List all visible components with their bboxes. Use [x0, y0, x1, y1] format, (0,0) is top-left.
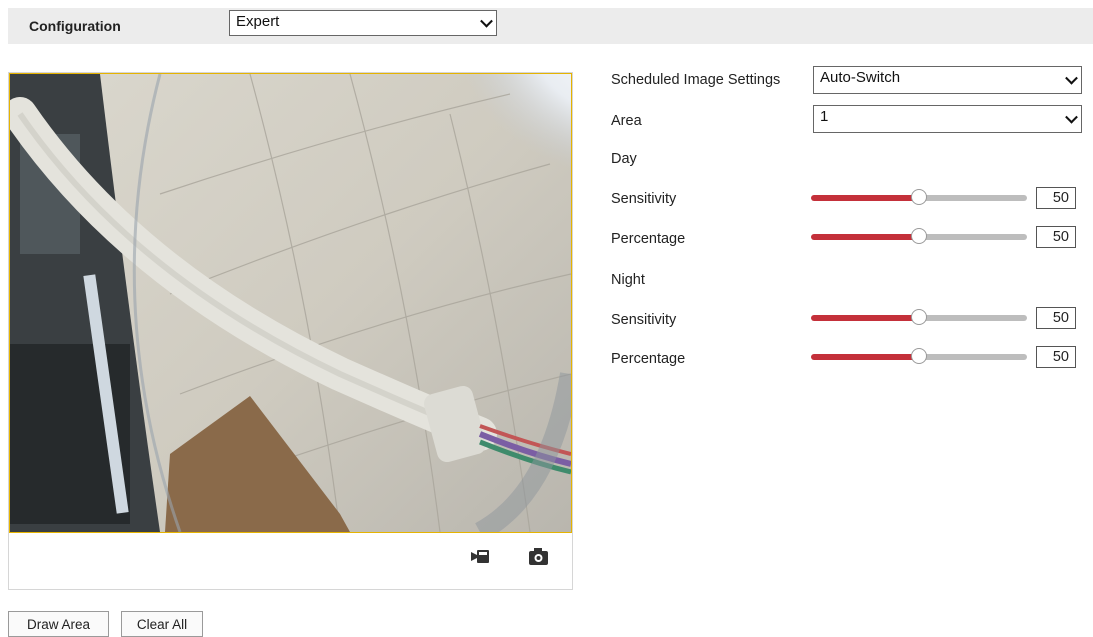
slider-fill — [811, 234, 919, 240]
day-heading: Day — [611, 151, 637, 167]
scheduled-image-settings-select[interactable]: Auto-Switch — [813, 66, 1082, 94]
slider-fill — [811, 195, 919, 201]
chevron-down-icon — [480, 14, 493, 28]
night-percentage-slider[interactable] — [811, 348, 1027, 365]
chevron-down-icon — [1065, 110, 1078, 124]
night-sensitivity-label: Sensitivity — [611, 312, 677, 328]
night-sensitivity-slider[interactable] — [811, 309, 1027, 326]
slider-rest — [919, 195, 1027, 201]
day-sensitivity-slider[interactable] — [811, 189, 1027, 206]
scheduled-select-value: Auto-Switch — [820, 69, 901, 86]
area-label: Area — [611, 113, 642, 129]
camera-snapshot-icon[interactable] — [529, 548, 548, 565]
night-percentage-label: Percentage — [611, 351, 686, 367]
slider-rest — [919, 354, 1027, 360]
day-percentage-label: Percentage — [611, 231, 686, 247]
area-select-value: 1 — [820, 108, 829, 125]
clear-all-button[interactable]: Clear All — [121, 611, 203, 637]
slider-rest — [919, 315, 1027, 321]
slider-handle[interactable] — [911, 309, 927, 325]
draw-area-button[interactable]: Draw Area — [8, 611, 109, 637]
night-heading: Night — [611, 272, 645, 288]
night-percentage-value[interactable]: 50 — [1036, 346, 1076, 368]
settings-panel: Scheduled Image Settings Auto-Switch Are… — [611, 0, 1093, 637]
area-select[interactable]: 1 — [813, 105, 1082, 133]
video-toolbar — [9, 533, 572, 589]
live-video-view[interactable] — [9, 73, 572, 533]
slider-fill — [811, 354, 919, 360]
mode-select[interactable]: Expert — [229, 10, 497, 36]
slider-handle[interactable] — [911, 189, 927, 205]
video-record-icon[interactable] — [471, 548, 489, 565]
slider-handle[interactable] — [911, 348, 927, 364]
day-percentage-slider[interactable] — [811, 228, 1027, 245]
slider-handle[interactable] — [911, 228, 927, 244]
day-sensitivity-label: Sensitivity — [611, 191, 677, 207]
chevron-down-icon — [1065, 71, 1078, 85]
mode-select-value: Expert — [236, 13, 280, 30]
scheduled-image-settings-label: Scheduled Image Settings — [611, 72, 781, 88]
camera-image — [10, 74, 571, 532]
day-sensitivity-value[interactable]: 50 — [1036, 187, 1076, 209]
night-sensitivity-value[interactable]: 50 — [1036, 307, 1076, 329]
slider-fill — [811, 315, 919, 321]
video-panel — [8, 72, 573, 590]
slider-rest — [919, 234, 1027, 240]
config-title: Configuration — [29, 18, 121, 34]
day-percentage-value[interactable]: 50 — [1036, 226, 1076, 248]
